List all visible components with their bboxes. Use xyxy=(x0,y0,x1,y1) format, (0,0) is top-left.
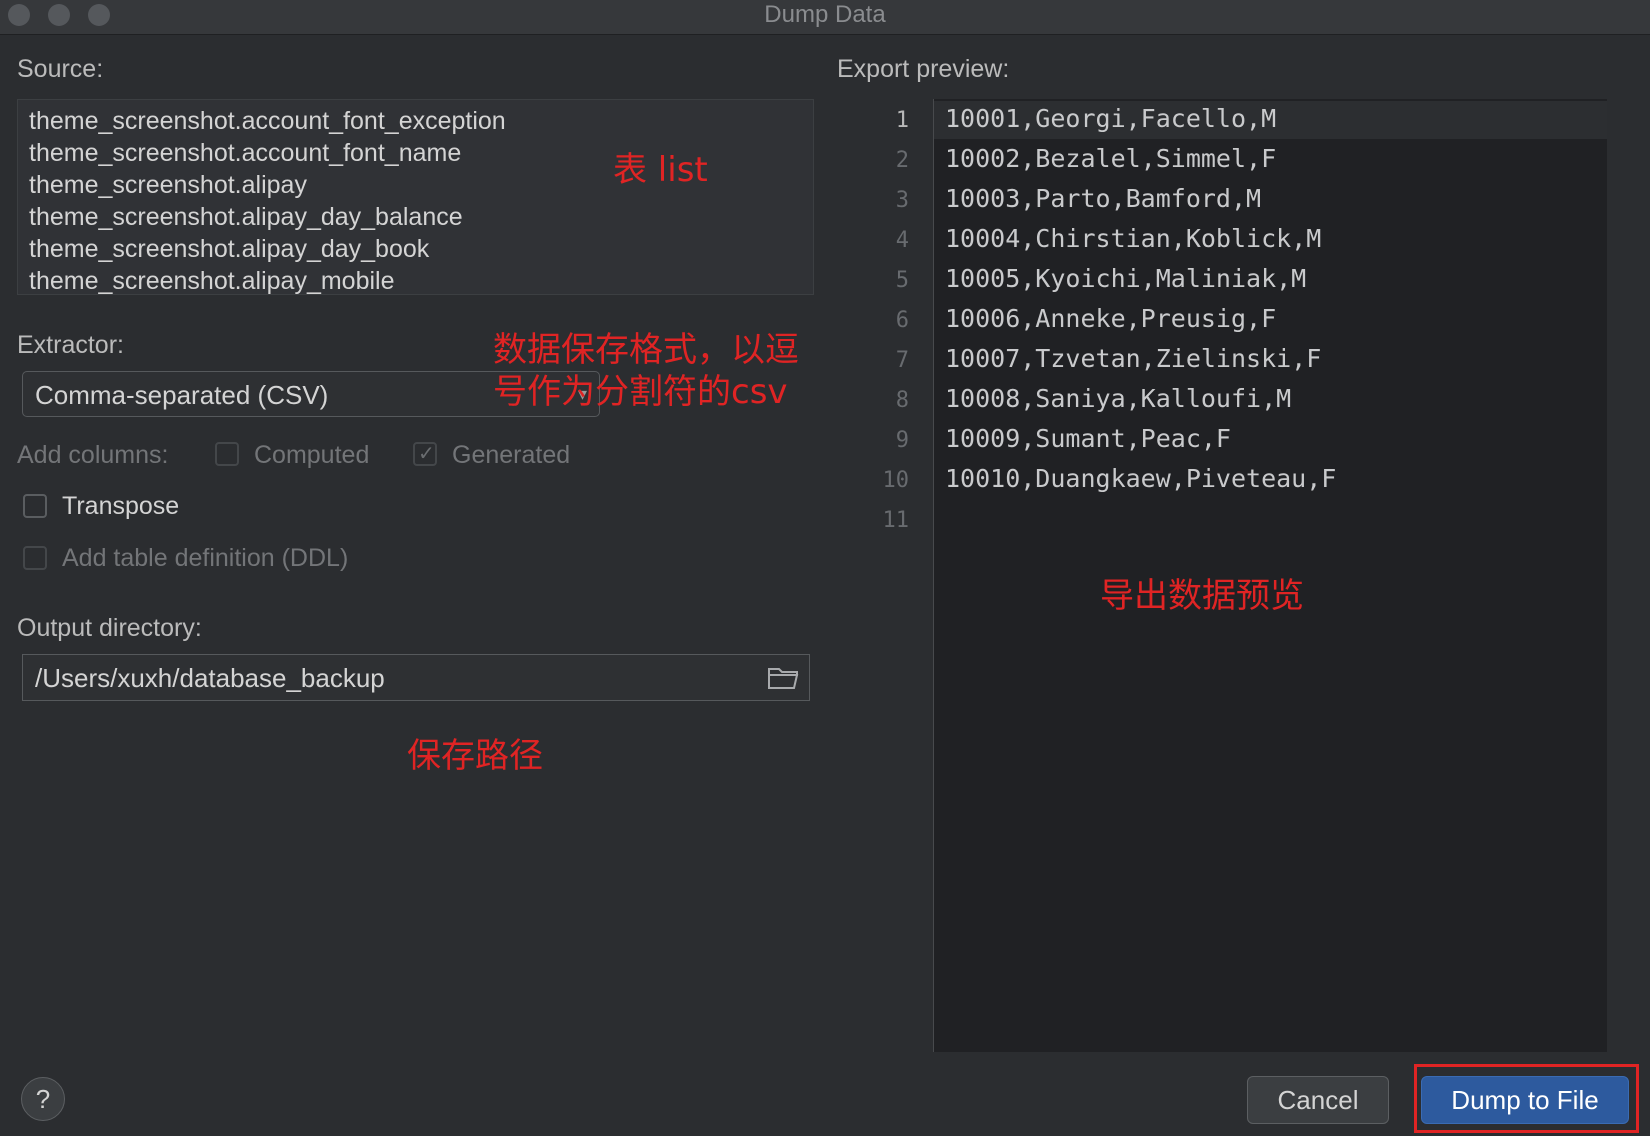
output-directory-label: Output directory: xyxy=(17,614,202,642)
source-list-item[interactable]: theme_screenshot.alipay_day_book xyxy=(29,235,429,264)
annotation-table-list: 表 list xyxy=(613,150,708,190)
code-line: 10002,Bezalel,Simmel,F xyxy=(945,144,1277,173)
source-label: Source: xyxy=(17,55,104,83)
generated-label: Generated xyxy=(452,441,571,469)
source-list-item[interactable]: theme_screenshot.alipay xyxy=(29,171,307,200)
code-line: 10006,Anneke,Preusig,F xyxy=(945,304,1277,333)
source-list-item[interactable]: theme_screenshot.alipay_day_balance xyxy=(29,203,463,232)
line-number: 3 xyxy=(895,188,909,213)
line-number-gutter: 1 2 3 4 5 6 7 8 9 10 11 xyxy=(837,99,934,1052)
line-number: 9 xyxy=(895,428,909,453)
line-number: 11 xyxy=(882,508,910,533)
line-number: 4 xyxy=(895,228,909,253)
computed-checkbox[interactable] xyxy=(215,442,239,466)
annotation-export-preview: 导出数据预览 xyxy=(1100,576,1304,616)
export-preview-editor[interactable]: 1 2 3 4 5 6 7 8 9 10 11 10001,Georgi,Fac… xyxy=(837,99,1607,1052)
line-number: 1 xyxy=(895,108,909,133)
computed-label: Computed xyxy=(254,441,370,469)
code-line: 10007,Tzvetan,Zielinski,F xyxy=(945,344,1322,373)
annotation-save-path: 保存路径 xyxy=(407,736,543,776)
line-number: 6 xyxy=(895,308,909,333)
code-line: 10010,Duangkaew,Piveteau,F xyxy=(945,464,1337,493)
export-preview-label: Export preview: xyxy=(837,55,1010,83)
ddl-checkbox[interactable] xyxy=(23,546,47,570)
line-number: 10 xyxy=(882,468,910,493)
output-directory-field[interactable]: /Users/xuxh/database_backup xyxy=(22,654,810,701)
extractor-select-value: Comma-separated (CSV) xyxy=(35,380,329,410)
transpose-checkbox[interactable] xyxy=(23,494,47,518)
code-line: 10009,Sumant,Peac,F xyxy=(945,424,1231,453)
source-list[interactable]: theme_screenshot.account_font_exception … xyxy=(17,99,814,295)
annotation-highlight-box xyxy=(1414,1064,1639,1133)
code-line: 10003,Parto,Bamford,M xyxy=(945,184,1262,213)
code-line: 10005,Kyoichi,Maliniak,M xyxy=(945,264,1307,293)
ddl-label: Add table definition (DDL) xyxy=(62,544,349,572)
annotation-format-line2: 号作为分割符的csv xyxy=(493,372,788,412)
code-line: 10001,Georgi,Facello,M xyxy=(945,104,1277,133)
folder-icon[interactable] xyxy=(767,665,799,691)
output-directory-value: /Users/xuxh/database_backup xyxy=(35,663,385,693)
window-title: Dump Data xyxy=(764,1,886,28)
source-list-item[interactable]: theme_screenshot.alipay_mobile xyxy=(29,267,395,294)
line-number: 7 xyxy=(895,348,909,373)
checkmark-icon: ✓ xyxy=(418,443,435,465)
code-line: 10008,Saniya,Kalloufi,M xyxy=(945,384,1292,413)
line-number: 8 xyxy=(895,388,909,413)
cancel-button[interactable]: Cancel xyxy=(1247,1076,1389,1124)
extractor-label: Extractor: xyxy=(17,331,124,359)
source-list-item[interactable]: theme_screenshot.account_font_name xyxy=(29,139,461,168)
transpose-label: Transpose xyxy=(62,492,180,520)
generated-checkbox[interactable]: ✓ xyxy=(413,442,437,466)
line-number: 5 xyxy=(895,268,909,293)
line-number: 2 xyxy=(895,148,909,173)
help-button[interactable]: ? xyxy=(21,1077,65,1121)
source-list-item[interactable]: theme_screenshot.account_font_exception xyxy=(29,107,506,136)
add-columns-label: Add columns: xyxy=(17,441,169,469)
code-line: 10004,Chirstian,Koblick,M xyxy=(945,224,1322,253)
title-bar: Dump Data xyxy=(0,0,1650,35)
